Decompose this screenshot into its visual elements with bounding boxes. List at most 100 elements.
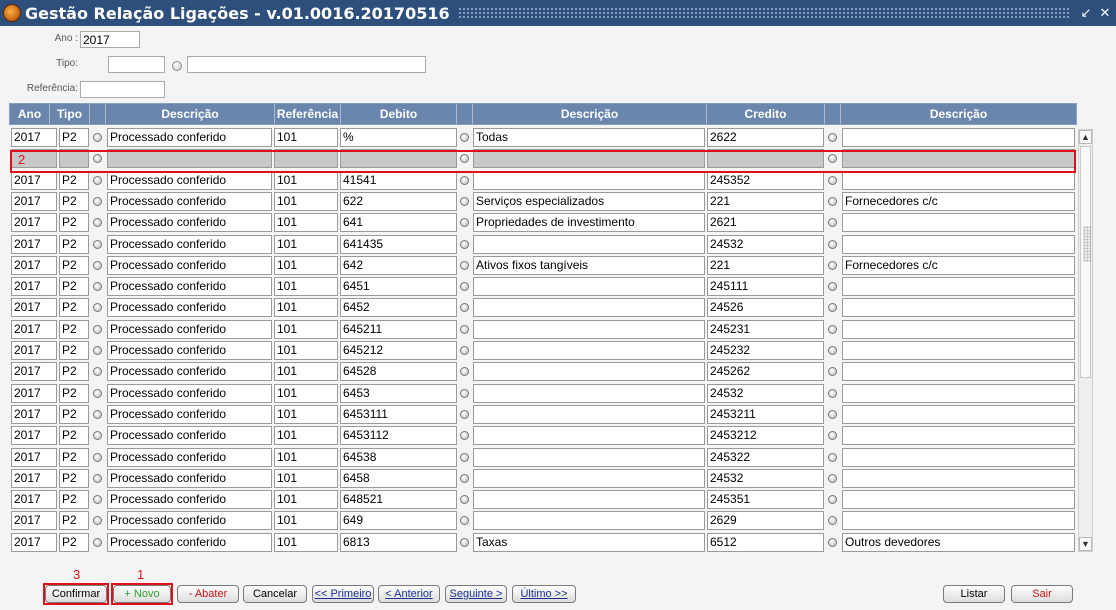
cell-credito[interactable]: 2622 [707, 128, 824, 147]
debito-lookup-icon[interactable] [460, 538, 469, 547]
cell-debito[interactable]: 64538 [340, 448, 457, 467]
cell-debito-descricao[interactable]: Taxas [473, 533, 705, 552]
cell-referencia[interactable]: 101 [274, 298, 338, 317]
cell-referencia[interactable]: 101 [274, 213, 338, 232]
row-lookup-icon[interactable] [93, 346, 102, 355]
cell-credito-descricao[interactable] [842, 128, 1075, 147]
cell-referencia[interactable]: 101 [274, 171, 338, 190]
scroll-up-icon[interactable]: ▲ [1079, 130, 1092, 144]
cell-ano[interactable]: 2017 [11, 128, 57, 147]
cell-credito-descricao[interactable] [842, 490, 1075, 509]
row-lookup-icon[interactable] [93, 261, 102, 270]
row-lookup-icon[interactable] [93, 133, 102, 142]
table-row[interactable]: 2017 P2 Processado conferido 101 6452 24526 [9, 297, 1077, 318]
credito-lookup-icon[interactable] [828, 410, 837, 419]
cell-tipo[interactable]: P2 [59, 384, 89, 403]
tipo-input[interactable] [108, 56, 165, 73]
cell-tipo[interactable]: P2 [59, 320, 89, 339]
cell-credito[interactable]: 24526 [707, 298, 824, 317]
table-row[interactable]: 2017 P2 Processado conferido 101 641 Propried… [9, 212, 1077, 233]
row-lookup-icon[interactable] [93, 474, 102, 483]
cell-debito-descricao[interactable] [473, 426, 705, 445]
cell-credito[interactable]: 2453211 [707, 405, 824, 424]
credito-lookup-icon[interactable] [828, 218, 837, 227]
cell-referencia[interactable]: 101 [274, 320, 338, 339]
confirmar-button[interactable]: Confirmar [45, 585, 107, 603]
cell-credito-descricao[interactable] [842, 320, 1075, 339]
cell-tipo[interactable]: P2 [59, 469, 89, 488]
cell-credito-descricao[interactable] [842, 362, 1075, 381]
cell-descricao[interactable]: Processado conferido [107, 298, 272, 317]
cell-tipo[interactable]: P2 [59, 490, 89, 509]
table-row[interactable]: 2017 P2 Processado conferido 101 41541 245352 [9, 170, 1077, 191]
abater-button[interactable]: - Abater [177, 585, 239, 603]
credito-lookup-icon[interactable] [828, 303, 837, 312]
row-lookup-icon[interactable] [93, 516, 102, 525]
debito-lookup-icon[interactable] [460, 367, 469, 376]
cell-credito[interactable]: 24532 [707, 384, 824, 403]
row-lookup-icon[interactable] [93, 303, 102, 312]
tipo-lookup-icon[interactable] [172, 61, 182, 71]
credito-lookup-icon[interactable] [828, 431, 837, 440]
row-lookup-icon[interactable] [93, 367, 102, 376]
cell-ano[interactable]: 2017 [11, 426, 57, 445]
cell-debito-descricao[interactable] [473, 235, 705, 254]
cell-descricao[interactable]: Processado conferido [107, 128, 272, 147]
cell-descricao[interactable]: Processado conferido [107, 171, 272, 190]
credito-lookup-icon[interactable] [828, 133, 837, 142]
cell-ano[interactable]: 2017 [11, 341, 57, 360]
credito-lookup-icon[interactable] [828, 240, 837, 249]
cell-tipo[interactable]: P2 [59, 298, 89, 317]
cell-tipo[interactable]: P2 [59, 128, 89, 147]
cell-ano[interactable]: 2017 [11, 277, 57, 296]
cell-debito-descricao[interactable] [473, 405, 705, 424]
table-row[interactable]: 2017 P2 Processado conferido 101 6453 24532 [9, 383, 1077, 404]
cell-referencia[interactable]: 101 [274, 426, 338, 445]
primeiro-button[interactable]: << Primeiro [312, 585, 374, 603]
cell-referencia[interactable]: 101 [274, 362, 338, 381]
credito-lookup-icon[interactable] [828, 389, 837, 398]
cell-referencia[interactable]: 101 [274, 448, 338, 467]
debito-lookup-icon[interactable] [460, 410, 469, 419]
table-row[interactable]: 2017 P2 Processado conferido 101 622 Serviços… [9, 191, 1077, 212]
cell-descricao[interactable]: Processado conferido [107, 235, 272, 254]
cell-debito-descricao[interactable]: Propriedades de investimento [473, 213, 705, 232]
cell-debito[interactable]: 645211 [340, 320, 457, 339]
cell-credito-descricao[interactable] [842, 235, 1075, 254]
cell-debito-descricao[interactable] [473, 171, 705, 190]
cell-referencia[interactable]: 101 [274, 533, 338, 552]
cell-debito-descricao[interactable]: Todas [473, 128, 705, 147]
credito-lookup-icon[interactable] [828, 538, 837, 547]
table-row[interactable]: 2017 P2 Processado conferido 101 6458 24532 [9, 468, 1077, 489]
credito-lookup-icon[interactable] [828, 176, 837, 185]
cell-credito-descricao[interactable] [842, 298, 1075, 317]
cell-descricao[interactable]: Processado conferido [107, 341, 272, 360]
cell-descricao[interactable]: Processado conferido [107, 448, 272, 467]
cell-credito[interactable]: 2453212 [707, 426, 824, 445]
cancelar-button[interactable]: Cancelar [243, 585, 307, 603]
cell-credito[interactable]: 24532 [707, 469, 824, 488]
table-row[interactable]: 2017 P2 Processado conferido 101 642 Ativos f… [9, 255, 1077, 276]
cell-debito-descricao[interactable] [473, 320, 705, 339]
cell-ano[interactable]: 2017 [11, 384, 57, 403]
cell-referencia[interactable]: 101 [274, 490, 338, 509]
cell-credito[interactable]: 221 [707, 192, 824, 211]
cell-debito-descricao[interactable] [473, 490, 705, 509]
cell-debito-descricao[interactable] [473, 448, 705, 467]
cell-tipo[interactable]: P2 [59, 277, 89, 296]
table-row[interactable]: 2017 P2 Processado conferido 101 641435 24532 [9, 234, 1077, 255]
table-row[interactable]: 2017 P2 Processado conferido 101 6813 Taxas 65… [9, 532, 1077, 552]
cell-ano[interactable]: 2017 [11, 490, 57, 509]
cell-descricao[interactable]: Processado conferido [107, 213, 272, 232]
cell-descricao[interactable]: Processado conferido [107, 384, 272, 403]
debito-lookup-icon[interactable] [460, 325, 469, 334]
cell-descricao[interactable]: Processado conferido [107, 256, 272, 275]
cell-ano[interactable]: 2017 [11, 511, 57, 530]
cell-tipo[interactable]: P2 [59, 511, 89, 530]
cell-referencia[interactable]: 101 [274, 511, 338, 530]
cell-referencia[interactable]: 101 [274, 384, 338, 403]
table-row[interactable]: 2017 P2 Processado conferido 101 6453112 2453… [9, 425, 1077, 446]
cell-credito-descricao[interactable]: Outros devedores [842, 533, 1075, 552]
cell-credito[interactable]: 6512 [707, 533, 824, 552]
cell-debito[interactable]: 41541 [340, 171, 457, 190]
